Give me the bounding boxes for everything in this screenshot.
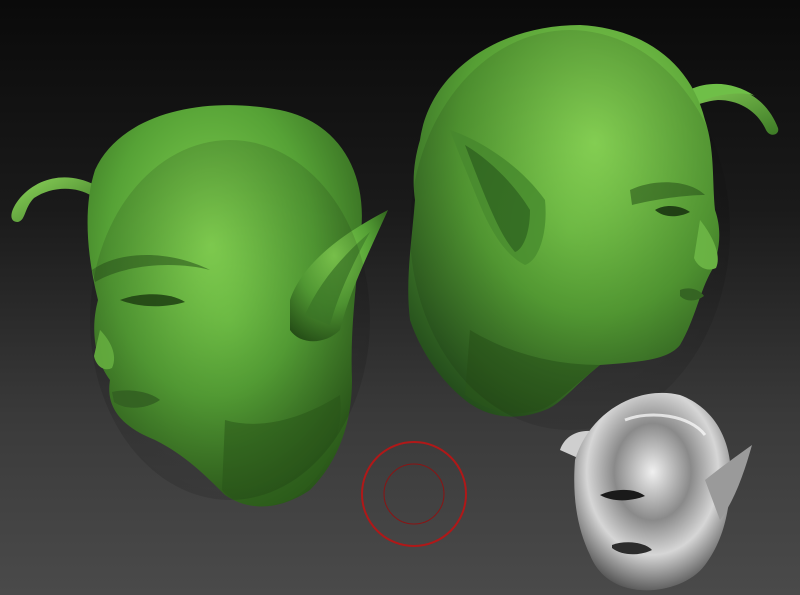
antenna-left (11, 177, 96, 222)
viewport-canvas[interactable] (0, 0, 800, 595)
brush-cursor-ring (361, 441, 467, 547)
green-alien-head-three-quarter (11, 105, 388, 507)
chrome-head-shape (574, 392, 731, 591)
render-scene (11, 25, 779, 591)
green-alien-head-profile (408, 25, 779, 430)
